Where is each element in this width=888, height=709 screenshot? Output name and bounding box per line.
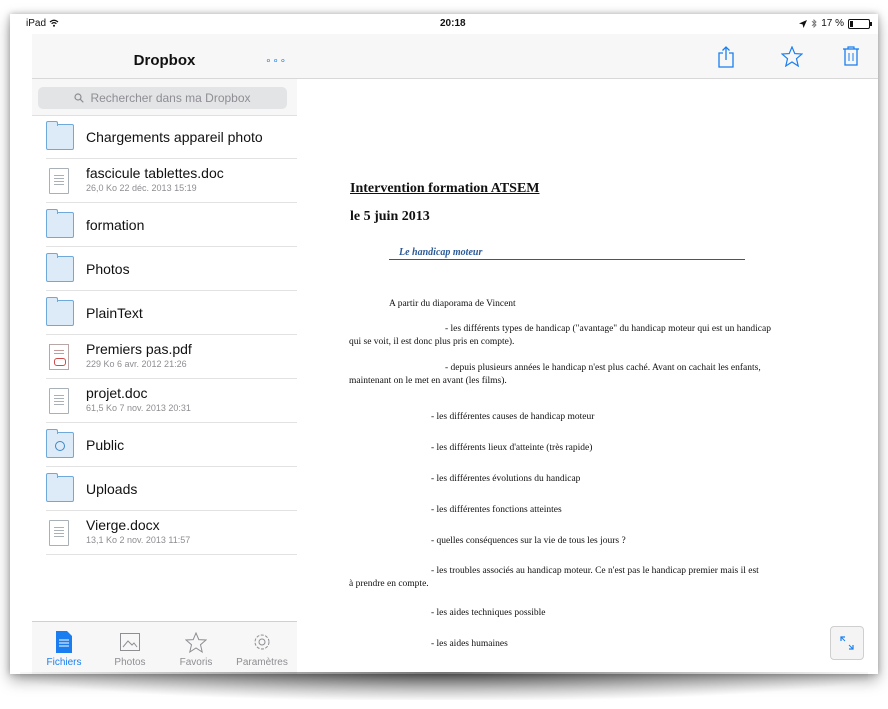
paragraph: - depuis plusieurs années le handicap n'… — [445, 363, 761, 373]
list-item-photos[interactable]: Photos — [46, 247, 297, 291]
paragraph: - les aides techniques possible — [431, 608, 546, 618]
file-list: Chargements appareil photo fascicule tab… — [32, 115, 297, 555]
item-name: fascicule tablettes.doc — [86, 165, 224, 181]
item-name: Premiers pas.pdf — [86, 341, 192, 357]
document-icon — [49, 520, 69, 546]
tab-label: Fichiers — [46, 657, 82, 668]
search-placeholder: Rechercher dans ma Dropbox — [90, 91, 251, 105]
section-heading: Le handicap moteur — [399, 247, 483, 258]
folder-icon — [46, 253, 74, 282]
bluetooth-icon — [811, 19, 817, 28]
folder-icon — [46, 473, 74, 502]
folder-icon — [46, 209, 74, 238]
item-name: projet.doc — [86, 385, 148, 401]
more-button[interactable]: ∘∘∘ — [265, 56, 287, 67]
wifi-icon — [49, 19, 59, 27]
item-meta: 13,1 Ko 2 nov. 2013 11:57 — [86, 535, 191, 545]
tab-photos[interactable]: Photos — [98, 630, 162, 668]
star-icon — [780, 45, 804, 68]
search-input[interactable]: Rechercher dans ma Dropbox — [38, 87, 287, 109]
battery-percent: 17 % — [821, 18, 844, 29]
list-item-chargements[interactable]: Chargements appareil photo — [46, 115, 297, 159]
share-icon — [718, 46, 734, 68]
paragraph: - quelles conséquences sur la vie de tou… — [431, 536, 626, 546]
paragraph: - les troubles associés au handicap mote… — [431, 566, 759, 576]
favorite-button[interactable] — [780, 45, 804, 68]
device-label: iPad — [26, 18, 59, 29]
trash-icon — [843, 46, 859, 66]
item-name: Vierge.docx — [86, 517, 160, 533]
paragraph: - les différentes causes de handicap mot… — [431, 412, 595, 422]
list-item-fascicule[interactable]: fascicule tablettes.doc 26,0 Ko 22 déc. … — [46, 159, 297, 203]
list-item-formation[interactable]: formation — [46, 203, 297, 247]
item-name: Chargements appareil photo — [86, 129, 263, 145]
document-icon — [49, 168, 69, 194]
battery-icon — [848, 18, 872, 29]
document-date: le 5 juin 2013 — [350, 209, 430, 224]
folder-icon — [46, 121, 74, 150]
list-item-plaintext[interactable]: PlainText — [46, 291, 297, 335]
tab-fichiers[interactable]: Fichiers — [32, 630, 96, 668]
device-shadow — [20, 672, 868, 700]
expand-icon — [840, 636, 854, 650]
list-item-projet[interactable]: projet.doc 61,5 Ko 7 nov. 2013 20:31 — [46, 379, 297, 423]
folder-icon — [46, 297, 74, 326]
status-right: 17 % — [799, 18, 872, 29]
paragraph: - les différentes fonctions atteintes — [431, 505, 562, 515]
share-button[interactable] — [717, 46, 737, 68]
document-toolbar — [297, 34, 878, 79]
tab-bar: Fichiers Photos Favoris Paramètres — [32, 621, 297, 674]
star-icon — [185, 631, 207, 653]
tab-label: Paramètres — [236, 657, 288, 668]
photos-icon — [120, 633, 140, 651]
document-icon — [49, 388, 69, 414]
battery-fill — [850, 20, 853, 27]
ipad-screen: iPad 20:18 17 % Dropbox ∘∘∘ Rechercher d… — [10, 14, 878, 674]
item-name: Photos — [86, 261, 130, 277]
paragraph: - les différents types de handicap ("ava… — [445, 324, 771, 334]
sidebar-title: Dropbox — [133, 52, 196, 69]
item-name: Public — [86, 437, 125, 453]
list-item-public[interactable]: Public — [46, 423, 297, 467]
tab-favoris[interactable]: Favoris — [164, 630, 228, 668]
tab-label: Photos — [114, 657, 146, 668]
delete-button[interactable] — [843, 46, 863, 66]
document-title: Intervention formation ATSEM — [350, 181, 540, 196]
paragraph: A partir du diaporama de Vincent — [389, 299, 516, 309]
paragraph: - les différentes évolutions du handicap — [431, 474, 581, 484]
section-underline — [389, 259, 745, 260]
item-meta: 229 Ko 6 avr. 2012 21:26 — [86, 359, 187, 369]
fullscreen-button[interactable] — [830, 626, 864, 660]
clock: 20:18 — [440, 18, 466, 29]
item-meta: 61,5 Ko 7 nov. 2013 20:31 — [86, 403, 191, 413]
status-bar: iPad 20:18 17 % — [10, 14, 878, 34]
paragraph: maintenant on le met en avant (les films… — [349, 376, 507, 386]
item-name: Uploads — [86, 481, 138, 497]
paragraph: qui se voit, il est donc plus pris en co… — [349, 337, 515, 347]
paragraph: - les différents lieux d'atteinte (très … — [431, 443, 593, 453]
pdf-icon — [49, 344, 69, 370]
document-view: Intervention formation ATSEM le 5 juin 2… — [297, 79, 878, 674]
paragraph: à prendre en compte. — [349, 579, 429, 589]
public-folder-icon — [46, 429, 74, 458]
location-icon — [799, 19, 808, 28]
list-item-vierge[interactable]: Vierge.docx 13,1 Ko 2 nov. 2013 11:57 — [46, 511, 297, 555]
tab-label: Favoris — [179, 657, 213, 668]
item-name: PlainText — [86, 305, 143, 321]
list-item-premiers-pas[interactable]: Premiers pas.pdf 229 Ko 6 avr. 2012 21:2… — [46, 335, 297, 379]
paragraph: - les aides humaines — [431, 639, 508, 649]
sidebar-header: Dropbox ∘∘∘ — [32, 34, 297, 79]
search-bar: Rechercher dans ma Dropbox — [32, 79, 297, 116]
item-name: formation — [86, 217, 145, 233]
files-icon — [56, 631, 72, 653]
gear-icon — [254, 634, 270, 650]
list-item-uploads[interactable]: Uploads — [46, 467, 297, 511]
sidebar: Dropbox ∘∘∘ Rechercher dans ma Dropbox C… — [32, 34, 298, 674]
search-icon — [74, 93, 85, 103]
item-meta: 26,0 Ko 22 déc. 2013 15:19 — [86, 183, 197, 193]
tab-parametres[interactable]: Paramètres — [230, 630, 294, 668]
